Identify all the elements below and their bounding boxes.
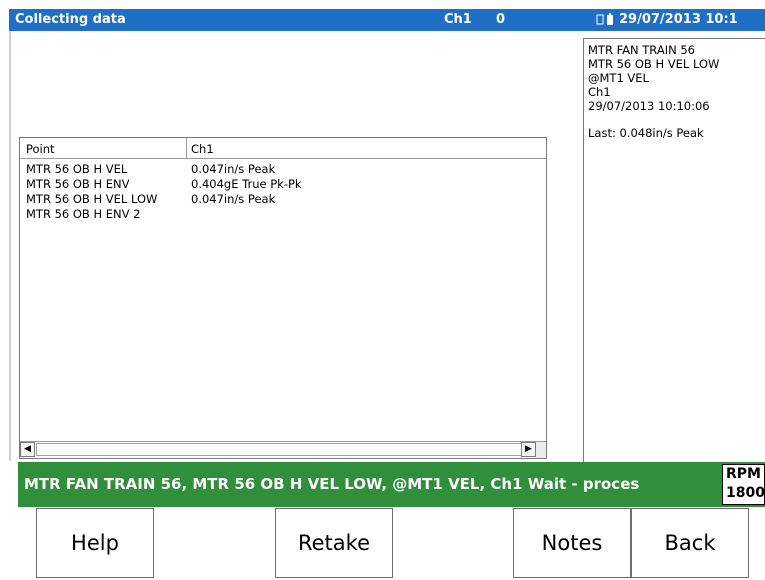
info-line: MTR FAN TRAIN 56: [588, 43, 695, 57]
point-value: 0.404gE True Pk-Pk: [191, 177, 302, 191]
button-bar: Help Retake Notes Back: [36, 508, 765, 578]
help-button[interactable]: Help: [36, 508, 154, 578]
status-message: MTR FAN TRAIN 56, MTR 56 OB H VEL LOW, @…: [24, 475, 640, 493]
info-line: Ch1: [588, 85, 611, 99]
point-name: MTR 56 OB H VEL LOW: [26, 192, 158, 206]
column-header-point[interactable]: Point: [26, 142, 55, 156]
title-bar: Collecting data Ch1 0 29/07/2013 10:1: [9, 9, 765, 31]
rpm-readout[interactable]: RPM 1800: [722, 464, 765, 505]
column-divider[interactable]: [186, 138, 187, 158]
scroll-right-arrow-icon[interactable]: ▶: [521, 442, 536, 457]
datetime: 29/07/2013 10:1: [619, 12, 738, 27]
status-bar: MTR FAN TRAIN 56, MTR 56 OB H VEL LOW, @…: [18, 462, 765, 507]
rpm-label: RPM: [726, 466, 761, 482]
device-status-icons: [596, 13, 618, 30]
horizontal-scrollbar[interactable]: ◀ ▶: [20, 441, 546, 458]
retake-button[interactable]: Retake: [275, 508, 393, 578]
rpm-value: 1800: [726, 485, 765, 501]
point-value: 0.047in/s Peak: [191, 162, 276, 176]
point-name: MTR 56 OB H ENV 2: [26, 207, 141, 221]
scrollbar-corner: [536, 442, 546, 458]
collection-status: Collecting data: [15, 12, 126, 27]
last-reading: Last: 0.048in/s Peak: [588, 126, 704, 140]
channel-count: 0: [496, 12, 506, 27]
info-line: @MT1 VEL: [588, 71, 649, 85]
info-line: MTR 56 OB H VEL LOW: [588, 57, 720, 71]
point-info-panel: MTR FAN TRAIN 56 MTR 56 OB H VEL LOW @MT…: [583, 38, 765, 462]
column-header-ch1[interactable]: Ch1: [191, 142, 214, 156]
scroll-left-arrow-icon[interactable]: ◀: [20, 442, 35, 457]
battery-icon: [596, 13, 613, 25]
scrollbar-thumb[interactable]: [36, 443, 532, 456]
point-value: 0.047in/s Peak: [191, 192, 276, 206]
back-button[interactable]: Back: [631, 508, 749, 578]
list-header: Point Ch1: [20, 138, 546, 159]
channel-label: Ch1: [444, 12, 472, 27]
point-name: MTR 56 OB H ENV: [26, 177, 130, 191]
info-line: 29/07/2013 10:10:06: [588, 99, 710, 113]
point-list[interactable]: Point Ch1 MTR 56 OB H VEL 0.047in/s Peak…: [19, 137, 547, 459]
point-name: MTR 56 OB H VEL: [26, 162, 128, 176]
notes-button[interactable]: Notes: [513, 508, 631, 578]
